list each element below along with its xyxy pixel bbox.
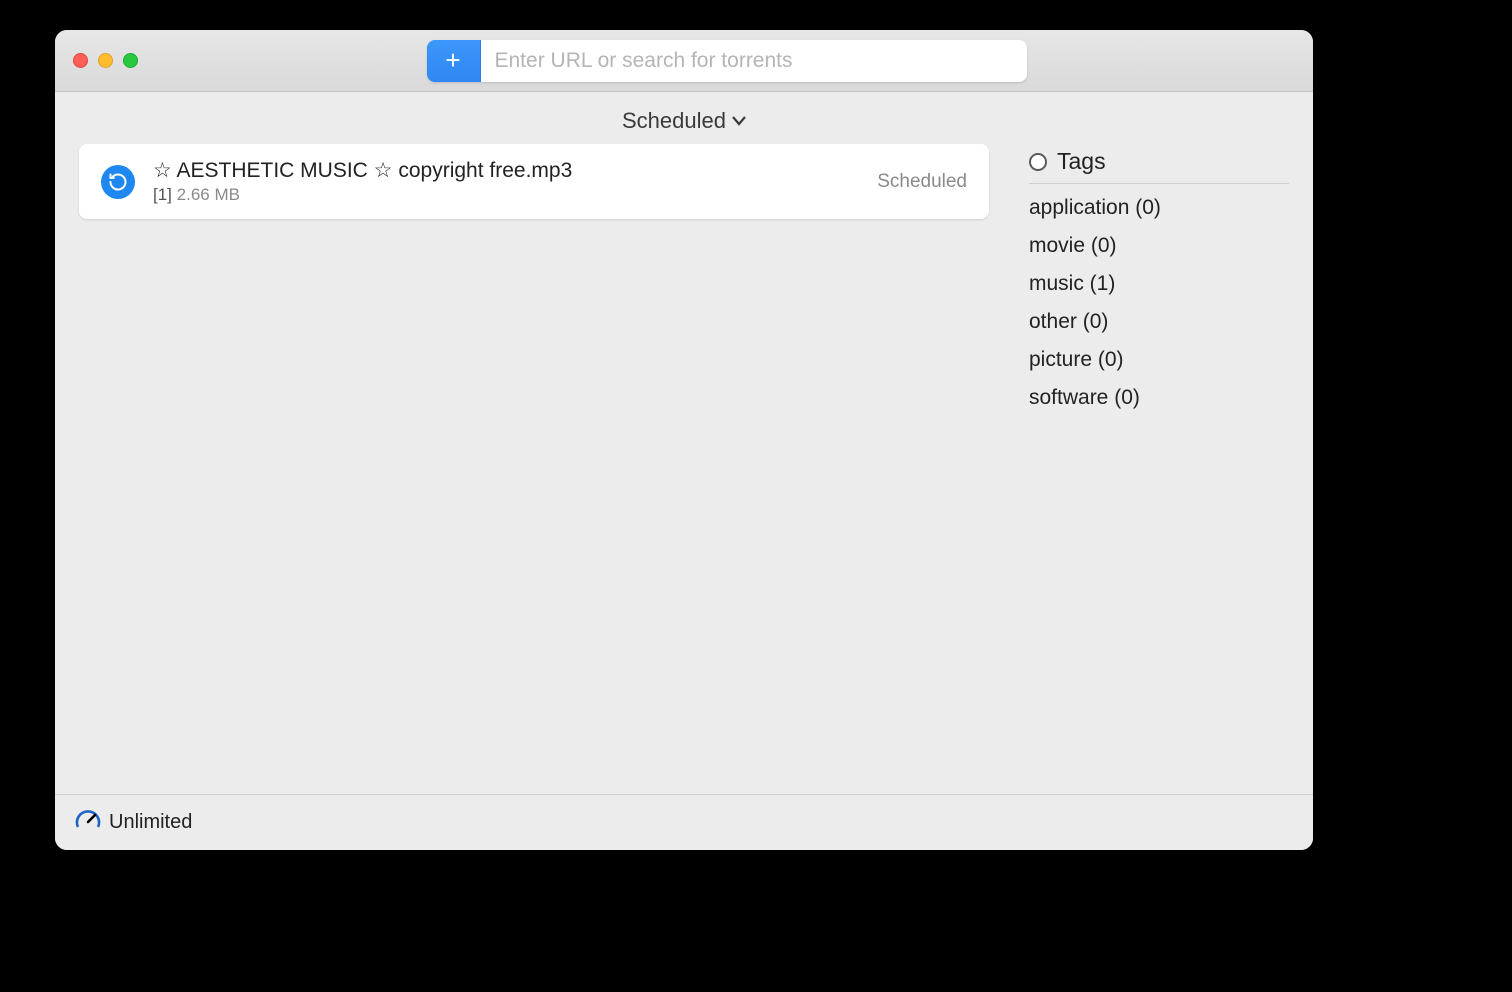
speed-label: Unlimited xyxy=(109,811,192,834)
tags-header[interactable]: Tags xyxy=(1029,148,1289,184)
zoom-window-button[interactable] xyxy=(123,53,138,68)
downloads-list: ☆ AESTHETIC MUSIC ☆ copyright free.mp3 [… xyxy=(79,144,989,794)
close-window-button[interactable] xyxy=(73,53,88,68)
tag-movie[interactable]: movie (0) xyxy=(1029,234,1289,258)
tag-application[interactable]: application (0) xyxy=(1029,196,1289,220)
content-area: ☆ AESTHETIC MUSIC ☆ copyright free.mp3 [… xyxy=(55,144,1313,794)
speedometer-icon[interactable] xyxy=(75,807,101,839)
download-item-title: ☆ AESTHETIC MUSIC ☆ copyright free.mp3 xyxy=(153,158,859,183)
status-bar: Unlimited xyxy=(55,794,1313,850)
app-window: + Scheduled xyxy=(55,30,1313,850)
chevron-down-icon xyxy=(732,113,746,129)
download-item-subtitle: [1] 2.66 MB xyxy=(153,185,859,205)
tags-list: application (0) movie (0) music (1) othe… xyxy=(1029,196,1289,410)
search-group: + xyxy=(427,40,1027,82)
toolbar-center: + xyxy=(158,40,1295,82)
tag-picture[interactable]: picture (0) xyxy=(1029,348,1289,372)
minimize-window-button[interactable] xyxy=(98,53,113,68)
add-button[interactable]: + xyxy=(427,40,481,82)
tags-radio-icon xyxy=(1029,153,1047,171)
download-item-size: 2.66 MB xyxy=(177,185,240,204)
download-item-status: Scheduled xyxy=(877,171,967,193)
tags-header-label: Tags xyxy=(1057,148,1106,175)
filter-label: Scheduled xyxy=(622,108,726,134)
titlebar: + xyxy=(55,30,1313,92)
download-item-body: ☆ AESTHETIC MUSIC ☆ copyright free.mp3 [… xyxy=(153,158,859,205)
filter-dropdown[interactable]: Scheduled xyxy=(55,92,1313,144)
window-body: Scheduled ☆ AESTHETIC MUSIC ☆ copyright … xyxy=(55,92,1313,850)
tag-music[interactable]: music (1) xyxy=(1029,272,1289,296)
tag-software[interactable]: software (0) xyxy=(1029,386,1289,410)
search-input[interactable] xyxy=(481,40,1027,82)
tags-sidebar: Tags application (0) movie (0) music (1)… xyxy=(1029,144,1289,794)
scheduled-icon xyxy=(101,165,135,199)
window-controls xyxy=(73,53,138,68)
download-item-index: [1] xyxy=(153,185,172,204)
plus-icon: + xyxy=(445,45,460,76)
download-item[interactable]: ☆ AESTHETIC MUSIC ☆ copyright free.mp3 [… xyxy=(79,144,989,219)
tag-other[interactable]: other (0) xyxy=(1029,310,1289,334)
